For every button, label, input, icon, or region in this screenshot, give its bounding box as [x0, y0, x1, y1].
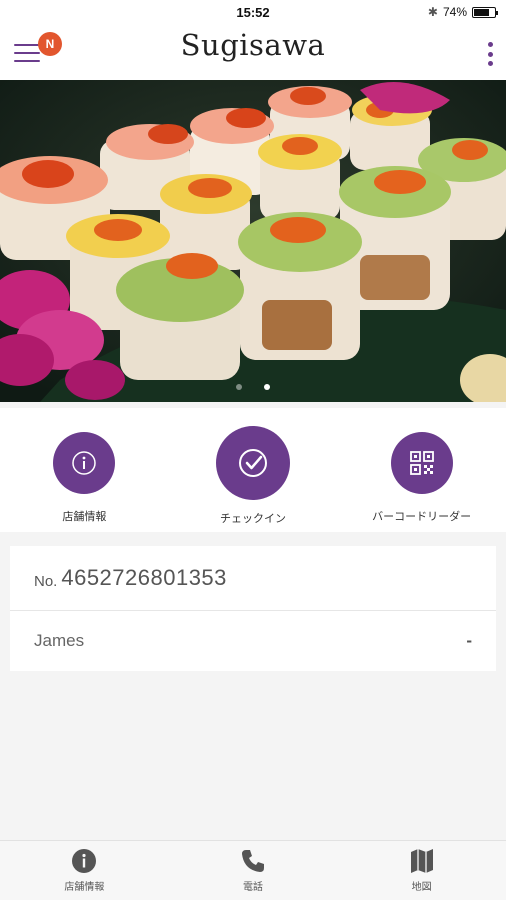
overflow-menu-button[interactable] — [486, 42, 494, 66]
phone-icon — [242, 850, 264, 872]
qr-code-icon — [390, 432, 453, 494]
nav-map-label: 地図 — [411, 882, 432, 893]
member-number-row: No. 4652726801353 — [10, 546, 496, 611]
app-header: N Sugisawa — [0, 26, 506, 80]
sushi-photo — [0, 80, 506, 402]
status-indicators: ✱ 74% — [427, 5, 498, 19]
barcode-reader-label: バーコードリーダー — [372, 511, 472, 523]
bluetooth-icon: ✱ — [427, 5, 438, 19]
nav-store-info-label: 店舗情報 — [64, 882, 105, 893]
battery-fill — [474, 8, 489, 16]
vertical-dots-icon — [487, 42, 493, 47]
nav-map[interactable]: 地図 — [337, 841, 506, 900]
member-name-row[interactable]: James - — [10, 611, 496, 671]
barcode-reader-action[interactable]: バーコードリーダー — [337, 408, 506, 532]
store-info-label: 店舗情報 — [62, 511, 107, 523]
vertical-dots-icon — [487, 61, 493, 66]
hero-carousel[interactable] — [0, 80, 506, 402]
carousel-dot[interactable] — [236, 384, 242, 390]
store-info-action[interactable]: 店舗情報 — [0, 408, 169, 532]
member-number: 4652726801353 — [61, 565, 227, 590]
nav-phone[interactable]: 電話 — [169, 841, 338, 900]
member-number-prefix: No. — [34, 572, 58, 590]
app-title: Sugisawa — [180, 28, 326, 62]
carousel-dot[interactable] — [264, 384, 270, 390]
action-row: 店舗情報 チェックイン バーコードリーダー — [0, 408, 506, 532]
battery-percent: 74% — [442, 5, 467, 19]
info-icon — [72, 849, 97, 873]
status-bar: 15:52 ✱ 74% — [0, 0, 506, 26]
carousel-indicator — [0, 384, 506, 390]
checkmark-icon — [216, 426, 290, 500]
member-name: James — [34, 631, 85, 650]
checkin-label: チェックイン — [220, 513, 286, 525]
nav-store-info[interactable]: 店舗情報 — [0, 841, 169, 900]
vertical-dots-icon — [487, 51, 493, 57]
battery-icon — [472, 6, 498, 18]
map-icon — [410, 849, 433, 873]
info-icon — [53, 432, 116, 494]
checkin-action[interactable]: チェックイン — [169, 408, 338, 532]
nav-phone-label: 電話 — [243, 882, 263, 893]
bottom-nav: 店舗情報 電話 地図 — [0, 840, 506, 900]
member-card: No. 4652726801353 James - — [10, 546, 496, 671]
member-name-suffix: - — [466, 631, 472, 650]
